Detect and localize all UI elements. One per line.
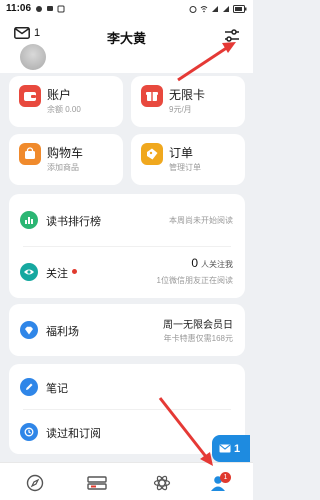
battery-icon [233, 4, 247, 13]
welfare-row[interactable]: 福利场 周一无限会员日 年卡特惠仅需168元 [9, 304, 245, 356]
nav-discover[interactable] [24, 472, 46, 494]
message-icon [219, 444, 231, 453]
account-title: 账户 [47, 88, 72, 102]
orders-tile[interactable]: 订单 管理订单 [131, 134, 245, 185]
account-balance: 余额 0.00 [47, 105, 81, 114]
welfare-promo: 周一无限会员日 [163, 320, 233, 331]
app-icon [57, 5, 65, 12]
follow-row[interactable]: 关注 0 人关注我 1位微信朋友正在阅读 [9, 246, 245, 298]
unlimited-card-price: 9元/月 [169, 105, 192, 114]
reading-ranking-status: 本周尚未开始阅读 [169, 216, 233, 225]
nav-me-badge: 1 [220, 472, 231, 483]
eye-icon [20, 263, 38, 281]
avatar[interactable] [20, 44, 46, 70]
signal-icon-2 [223, 5, 229, 12]
unlimited-card-tile[interactable]: 无限卡 9元/月 [131, 76, 245, 127]
social-card: 读书排行榜 本周尚未开始阅读 关注 0 人关注我 1位微信朋友正在阅读 [9, 194, 245, 298]
cart-tile[interactable]: 购物车 添加商品 [9, 134, 123, 185]
welfare-promo-sub: 年卡特惠仅需168元 [163, 334, 233, 343]
settings-sliders-icon[interactable] [223, 27, 241, 45]
reading-ranking-title: 读书排行榜 [46, 216, 101, 228]
notification-icon [36, 5, 43, 12]
reading-ranking-row[interactable]: 读书排行榜 本周尚未开始阅读 [9, 194, 245, 246]
status-time: 11:06 [6, 3, 32, 14]
ticket-icon [141, 143, 163, 165]
gift-icon [141, 85, 163, 107]
cart-title: 购物车 [47, 146, 84, 160]
nav-bookshelf[interactable] [86, 472, 108, 494]
status-left-icons [35, 5, 65, 13]
unlimited-card-title: 无限卡 [169, 88, 206, 102]
history-icon [20, 423, 38, 441]
status-right-icons [189, 4, 247, 13]
wifi-icon [200, 5, 208, 12]
library-card: 笔记 读过和订阅 [9, 364, 245, 454]
floating-message-button[interactable]: 1 [212, 435, 250, 462]
follow-title: 关注 [46, 268, 68, 280]
signal-icon [212, 5, 218, 12]
status-bar: 11:06 [0, 0, 253, 17]
cart-sub: 添加商品 [47, 163, 79, 172]
diamond-icon [20, 321, 38, 339]
orders-sub: 管理订单 [169, 163, 201, 172]
alarm-icon [189, 5, 197, 13]
bookshelf-icon [87, 476, 107, 490]
unread-dot [72, 269, 77, 274]
mail-icon [14, 27, 30, 39]
account-tile[interactable]: 账户 余额 0.00 [9, 76, 123, 127]
friends-reading: 1位微信朋友正在阅读 [156, 276, 233, 285]
shopping-bag-icon [19, 143, 41, 165]
bar-chart-icon [20, 211, 38, 229]
mail-button[interactable]: 1 [14, 27, 40, 39]
notes-row[interactable]: 笔记 [9, 364, 245, 409]
nav-stories[interactable] [151, 472, 173, 494]
bottom-nav: 1 [0, 462, 253, 500]
floating-message-count: 1 [234, 442, 241, 455]
pen-icon [20, 378, 38, 396]
mail-count: 1 [34, 27, 41, 39]
follower-count: 0 [191, 256, 198, 270]
follower-count-suffix: 人关注我 [201, 260, 233, 269]
atom-icon [153, 475, 171, 491]
notes-title: 笔记 [46, 383, 68, 395]
history-row[interactable]: 读过和订阅 [9, 409, 245, 454]
welfare-title: 福利场 [46, 326, 79, 338]
compass-icon [26, 474, 44, 492]
wallet-icon [19, 85, 41, 107]
orders-title: 订单 [169, 146, 194, 160]
nav-me[interactable]: 1 [207, 472, 231, 494]
follower-count-line: 0 人关注我 [191, 256, 233, 270]
history-title: 读过和订阅 [46, 428, 101, 440]
chat-icon [47, 5, 54, 11]
